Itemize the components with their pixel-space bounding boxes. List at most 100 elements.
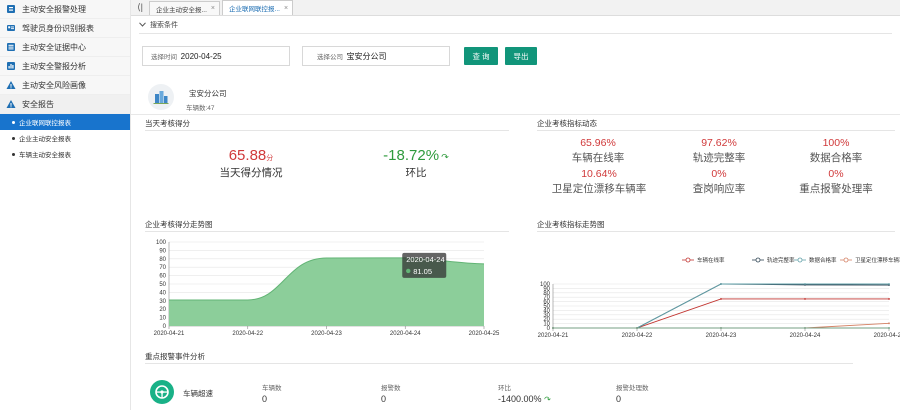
divider bbox=[145, 130, 509, 131]
kpi-item: 65.96% 车辆在线率 bbox=[543, 137, 653, 165]
menu-item-label: 主动安全证据中心 bbox=[22, 42, 86, 52]
series-point bbox=[720, 283, 722, 285]
divider bbox=[537, 130, 895, 131]
kpi-label: 卫星定位漂移车辆率 bbox=[551, 183, 647, 195]
alarm-ratio-value: -1400.00% bbox=[498, 394, 542, 404]
date-field: 选择时间 bbox=[142, 46, 290, 66]
query-button[interactable]: 查 询 bbox=[464, 47, 498, 65]
y-tick-label: 10 bbox=[159, 316, 166, 322]
today-score-block: 65.88分 当天得分情况 bbox=[191, 147, 311, 180]
building-icon bbox=[148, 84, 174, 110]
close-icon[interactable]: × bbox=[284, 5, 288, 12]
menu-item-label: 驾驶员身份识别报表 bbox=[22, 23, 94, 33]
vehicle-count: 车辆数:47 bbox=[186, 105, 215, 112]
series-point bbox=[804, 298, 806, 300]
main-content: 搜索条件 选择时间 选择公司 查 询 导出 宝安分公司 车辆数:47 当天考核得… bbox=[131, 16, 900, 410]
tooltip-value: 81.05 bbox=[413, 267, 432, 276]
series-point bbox=[888, 322, 890, 325]
submenu-item-network-report[interactable]: 企业联网联控报表 bbox=[0, 114, 130, 130]
kpi-item: 10.64% 卫星定位漂移车辆率 bbox=[529, 168, 669, 196]
alarm-col-label: 报警数 bbox=[381, 385, 401, 392]
company-card: 宝安分公司 车辆数:47 bbox=[148, 84, 227, 112]
tab-network-report[interactable]: 企业联网联控报... × bbox=[222, 0, 294, 15]
bullet-icon bbox=[12, 120, 15, 124]
alarm-col: 车辆数 0 bbox=[262, 382, 282, 404]
warning-icon bbox=[5, 99, 16, 110]
alarm-col-label: 环比 bbox=[498, 385, 511, 392]
list-icon bbox=[5, 42, 16, 53]
tab-label: 企业主动安全报... bbox=[156, 6, 207, 14]
date-input[interactable] bbox=[180, 51, 289, 61]
alarm-col-label: 车辆数 bbox=[262, 385, 282, 392]
legend-marker bbox=[797, 257, 803, 263]
legend-marker bbox=[755, 257, 761, 263]
export-button[interactable]: 导出 bbox=[505, 47, 537, 65]
y-tick-label: 40 bbox=[159, 290, 166, 296]
score-trend-chart: 0 10 20 30 40 50 60 70 80 90 100 2020-04-21 2020-04-… bbox=[154, 240, 500, 337]
kpi-value: 97.62% bbox=[701, 137, 737, 149]
company-label: 选择公司 bbox=[317, 54, 343, 61]
bullet-icon bbox=[12, 136, 15, 140]
series-point bbox=[636, 327, 638, 329]
tab-bar: ⟨| 企业主动安全报... × 企业联网联控报... × bbox=[131, 0, 900, 16]
y-tick-label: 30 bbox=[159, 299, 166, 305]
tab-label: 企业联网联控报... bbox=[229, 6, 280, 13]
series-point bbox=[888, 283, 890, 285]
x-tick-label: 2020-04-25 bbox=[469, 331, 500, 337]
divider bbox=[131, 114, 900, 115]
tooltip-marker bbox=[406, 268, 411, 274]
submenu-item-label: 车辆主动安全报表 bbox=[19, 152, 71, 159]
kpi-label: 车辆在线率 bbox=[571, 152, 625, 164]
index-trend-chart: 01020304050607080901002020-04-21 2020-04-… bbox=[538, 256, 900, 339]
search-conditions-title: 搜索条件 bbox=[150, 22, 178, 29]
menu-item-evidence-center[interactable]: 主动安全证据中心 bbox=[0, 38, 130, 57]
x-tick-label: 2020-04-22 bbox=[622, 333, 653, 339]
close-icon[interactable]: × bbox=[211, 5, 215, 12]
bar-chart-icon bbox=[5, 61, 16, 72]
menu-item-label: 主动安全警报分析 bbox=[22, 61, 86, 71]
search-conditions-toggle[interactable]: 搜索条件 bbox=[139, 20, 178, 30]
kpi-value: 0% bbox=[711, 168, 727, 180]
y-tick-label: 90 bbox=[159, 248, 166, 254]
submenu-item-vehicle-safety-report[interactable]: 车辆主动安全报表 bbox=[0, 146, 130, 162]
menu-item-safety-report[interactable]: 安全报告 bbox=[0, 95, 130, 114]
company-name: 宝安分公司 bbox=[189, 89, 227, 98]
series-point bbox=[888, 327, 890, 329]
today-score-title: 当天考核得分 bbox=[145, 119, 190, 128]
legend-label: 车辆在线率 bbox=[697, 256, 725, 264]
chevron-down-icon bbox=[139, 21, 146, 29]
alarm-col-label: 报警处理数 bbox=[616, 385, 649, 392]
kpi-label: 重点报警处理率 bbox=[799, 183, 873, 195]
tooltip-date: 2020-04-24 bbox=[406, 255, 444, 264]
menu-item-alarm-analysis[interactable]: 主动安全警报分析 bbox=[0, 57, 130, 76]
id-card-icon bbox=[5, 23, 16, 34]
menu-item-alarm-handling[interactable]: 主动安全报警处理 bbox=[0, 0, 130, 19]
menu-item-driver-id-report[interactable]: 驾驶员身份识别报表 bbox=[0, 19, 130, 38]
legend-marker bbox=[843, 257, 849, 263]
alarm-analysis-title: 重点报警事件分析 bbox=[145, 352, 205, 361]
kpi-value: 65.96% bbox=[580, 137, 616, 149]
x-tick-label: 2020-04-23 bbox=[706, 333, 737, 339]
x-tick-label: 2020-04-24 bbox=[390, 331, 421, 337]
series-point bbox=[804, 327, 806, 329]
y-tick-label: 100 bbox=[156, 240, 167, 246]
kpi-title: 企业考核指标动态 bbox=[537, 119, 597, 128]
alarm-col: 报警处理数 0 bbox=[616, 382, 649, 404]
tab-enterprise-safety[interactable]: 企业主动安全报... × bbox=[149, 1, 221, 15]
legend-label: 数据合格率 bbox=[809, 256, 837, 264]
y-tick-label: 100 bbox=[540, 282, 551, 288]
submenu-item-enterprise-safety-report[interactable]: 企业主动安全报表 bbox=[0, 130, 130, 146]
steering-wheel-icon bbox=[150, 380, 174, 404]
menu-item-label: 安全报告 bbox=[22, 99, 54, 109]
kpi-label: 查岗响应率 bbox=[692, 183, 746, 195]
kpi-item: 97.62% 轨迹完整率 bbox=[664, 137, 774, 165]
collapse-sidebar-icon[interactable]: ⟨| bbox=[131, 0, 149, 15]
menu-item-risk-profile[interactable]: 主动安全风险画像 bbox=[0, 76, 130, 95]
ratio-block: -18.72% ↷ 环比 bbox=[361, 147, 471, 180]
kpi-label: 数据合格率 bbox=[809, 152, 863, 164]
series-point bbox=[720, 298, 722, 300]
today-score-unit: 分 bbox=[266, 155, 274, 162]
x-tick-label: 2020-04-21 bbox=[538, 333, 569, 339]
ratio-value: -18.72% bbox=[383, 147, 440, 164]
company-select[interactable] bbox=[346, 51, 449, 61]
